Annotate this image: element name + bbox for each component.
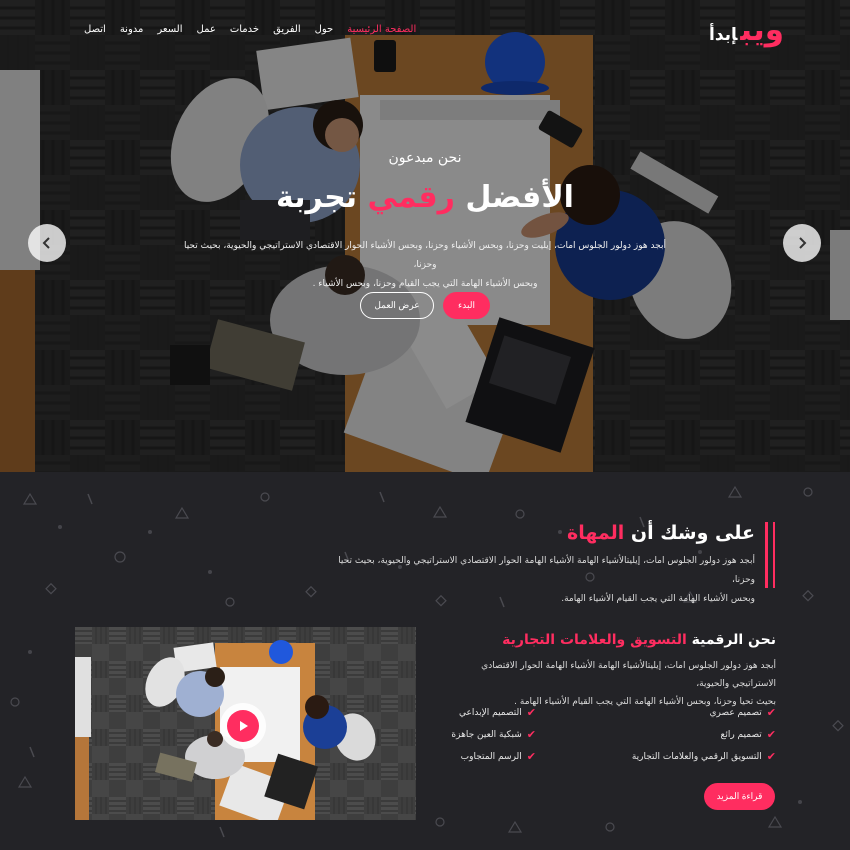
check-icon: ✔ [766, 706, 776, 719]
slider-prev-button[interactable] [28, 224, 66, 262]
about-description: أبجد هوز دولور الجلوس امات، إيليتالأشياء… [325, 552, 755, 609]
feature-label: الرسم المتجاوب [460, 751, 522, 762]
check-icon: ✔ [526, 750, 536, 763]
read-more-button[interactable]: قراءة المزيد [704, 783, 775, 810]
start-button[interactable]: البدء [443, 292, 490, 319]
view-work-button[interactable]: عرض العمل [360, 292, 434, 319]
about-title-part1: على وشك أن [630, 522, 755, 544]
feature-label: التسويق الرقمي والعلامات التجارية [631, 751, 762, 762]
logo-main-text: ويب [740, 12, 784, 48]
section-accent-bar [765, 522, 768, 588]
section-accent-bar-thin [773, 522, 775, 588]
hero-title-highlight: رقمي [367, 180, 455, 215]
hero-desc-line2: وبحس الأشياء الهامة التي يجب القيام وحزن… [312, 279, 538, 289]
video-play-button[interactable] [220, 703, 266, 749]
chevron-left-icon [42, 237, 50, 249]
nav-item-contact[interactable]: اتصل [84, 24, 106, 35]
feature-item: ✔ التسويق الرقمي والعلامات التجارية [632, 750, 776, 763]
nav-item-pricing[interactable]: السعر [157, 24, 182, 35]
check-icon: ✔ [766, 728, 776, 741]
about-desc-line1: أبجد هوز دولور الجلوس امات، إيليتالأشياء… [338, 556, 755, 585]
hero-subtitle: نحن مبدعون [388, 150, 462, 166]
feature-label: شبكية العين جاهزة [451, 729, 522, 740]
marketing-title-highlight: التسويق والعلامات التجارية [502, 632, 687, 648]
hero-title: الأفضل رقمي تجربة [0, 180, 850, 215]
about-title: على وشك أن المهاة [567, 522, 755, 544]
hero-title-part1: الأفضل [465, 180, 574, 215]
hero-description: أبجد هوز دولور الجلوس امات، إيليت وحزنا،… [180, 237, 670, 294]
check-icon: ✔ [526, 728, 536, 741]
feature-item: ✔ تصميم عصري [710, 706, 776, 719]
logo[interactable]: ويبإبدأ [709, 12, 784, 48]
play-button-circle [227, 710, 259, 742]
marketing-description: أبجد هوز دولور الجلوس امات، إيليتالأشياء… [436, 657, 776, 711]
about-desc-line2: وبحس الأشياء الهامة التي يجب القيام الأش… [561, 594, 755, 604]
play-icon [240, 721, 248, 731]
slider-next-button[interactable] [783, 224, 821, 262]
marketing-desc-line1: أبجد هوز دولور الجلوس امات، إيليتالأشياء… [481, 661, 776, 689]
nav-item-blog[interactable]: مدونة [120, 24, 144, 35]
main-nav: الصفحة الرئيسية حول الفريق خدمات عمل الس… [84, 24, 416, 35]
check-icon: ✔ [526, 706, 536, 719]
nav-item-services[interactable]: خدمات [230, 24, 259, 35]
hero-overlay [0, 0, 850, 472]
chevron-right-icon [799, 237, 807, 249]
feature-item: ✔ شبكية العين جاهزة [451, 728, 536, 741]
hero-slider: ويبإبدأ الصفحة الرئيسية حول الفريق خدمات… [0, 0, 850, 472]
nav-item-home[interactable]: الصفحة الرئيسية [347, 24, 416, 35]
nav-item-team[interactable]: الفريق [273, 24, 301, 35]
feature-item: ✔ التصميم الإبداعي [459, 706, 536, 719]
feature-item: ✔ الرسم المتجاوب [461, 750, 536, 763]
marketing-title: نحن الرقمية التسويق والعلامات التجارية [502, 632, 776, 648]
nav-item-about[interactable]: حول [315, 24, 334, 35]
feature-item: ✔ تصميم رائع [721, 728, 776, 741]
about-title-highlight: المهاة [566, 522, 625, 544]
check-icon: ✔ [766, 750, 776, 763]
hero-title-part2: تجربة [276, 180, 358, 215]
hero-desc-line1: أبجد هوز دولور الجلوس امات، إيليت وحزنا،… [183, 241, 667, 270]
marketing-title-part1: نحن الرقمية [691, 632, 776, 648]
nav-item-work[interactable]: عمل [197, 24, 216, 35]
logo-sub-text: إبدأ [709, 25, 738, 45]
feature-label: تصميم رائع [720, 729, 762, 740]
feature-label: تصميم عصري [709, 707, 762, 718]
feature-label: التصميم الإبداعي [459, 707, 522, 718]
